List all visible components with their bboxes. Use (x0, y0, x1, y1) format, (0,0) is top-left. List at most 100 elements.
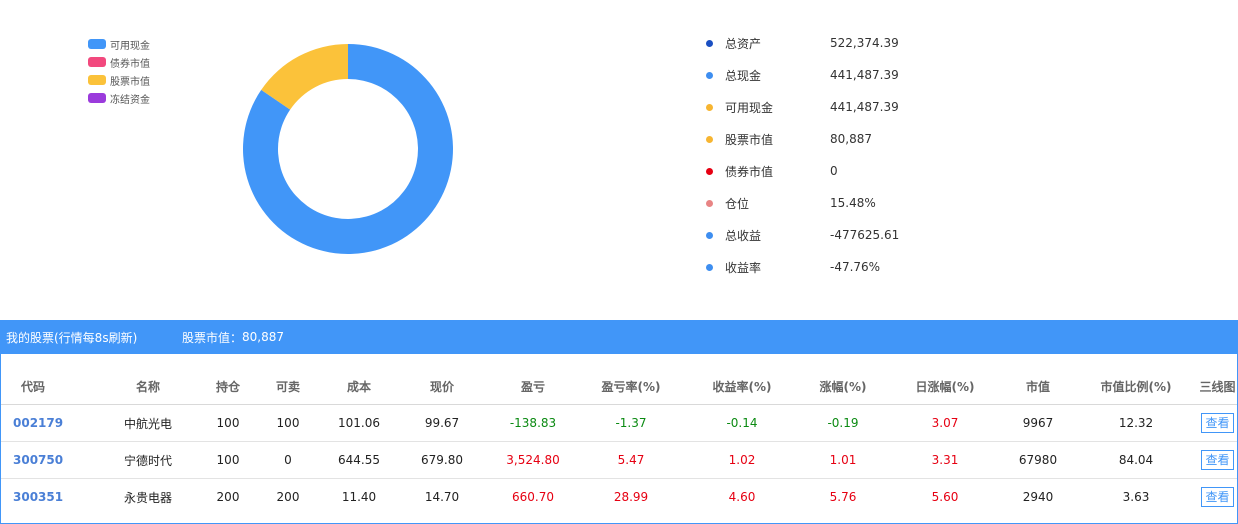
column-header-change: 涨幅(%) (798, 368, 888, 405)
three-line-chart-cell: 查看 (1198, 404, 1237, 442)
column-header-three-line-chart: 三线图 (1198, 368, 1237, 405)
summary-label: 收益率 (725, 260, 762, 275)
cost-cell: 644.55 (324, 441, 394, 479)
column-header-price: 现价 (394, 368, 490, 405)
market-value-ratio-cell: 12.32 (1074, 404, 1198, 442)
asset-summary: 总资产 522,374.39 总现金 441,487.39 可用现金 441,4… (700, 27, 899, 283)
profit-rate-cell: 28.99 (613, 490, 649, 504)
change-cell: -0.19 (798, 404, 888, 442)
profit-cell: -138.83 (490, 404, 576, 442)
sellable-cell: 0 (252, 441, 324, 479)
stock-name: 永贵电器 (123, 490, 172, 505)
legend-label: 可用现金 (110, 40, 150, 52)
market-value-ratio-cell: 3.63 (1122, 490, 1150, 504)
stock-code-link[interactable]: 300351 (1, 479, 92, 516)
summary-value: -477625.61 (830, 228, 900, 242)
view-button[interactable]: 查看 (1201, 413, 1234, 433)
legend-item-stock[interactable]: 股票市值 (88, 71, 150, 89)
summary-row-available-cash: 可用现金 441,487.39 (700, 91, 899, 123)
my-stocks-header: 我的股票(行情每8s刷新) 股票市值： 80,887 (0, 320, 1238, 354)
column-header-profit-rate: 盈亏率(%) (576, 368, 686, 405)
column-header-daily-change: 日涨幅(%) (888, 368, 1002, 405)
column-header-code: 代码 (1, 368, 92, 405)
legend-item-frozen[interactable]: 冻结资金 (88, 89, 150, 107)
daily-change-cell: 3.31 (888, 441, 1002, 479)
asset-donut-chart (243, 44, 453, 254)
bullet-dot (706, 167, 713, 175)
legend-label: 债券市值 (110, 58, 150, 70)
market-value: 80,887 (242, 330, 285, 344)
summary-row-bond-value: 债券市值 0 (700, 155, 899, 187)
price-cell: 14.70 (424, 490, 460, 504)
stock-name: 中航光电 (92, 404, 204, 442)
three-line-chart-cell: 查看 (1198, 441, 1237, 479)
change-cell: 1.01 (798, 441, 888, 479)
legend-swatch (88, 57, 106, 67)
summary-label: 总现金 (725, 68, 762, 83)
view-button[interactable]: 查看 (1201, 450, 1234, 470)
cost-cell: 101.06 (324, 404, 394, 442)
column-header-cost: 成本 (324, 368, 394, 405)
bullet-dot (706, 135, 713, 143)
panel-title: 我的股票(行情每8s刷新) (6, 330, 138, 345)
summary-row-position: 仓位 15.48% (700, 187, 899, 219)
stock-code-link[interactable]: 300750 (1, 441, 92, 479)
summary-value: 15.48% (830, 196, 876, 210)
return-rate-cell: 4.60 (728, 490, 756, 504)
view-button[interactable]: 查看 (1201, 487, 1234, 507)
legend-label: 股票市值 (110, 76, 150, 88)
daily-change-cell: 3.07 (888, 404, 1002, 442)
summary-value: 0 (830, 164, 838, 178)
stock-name: 宁德时代 (92, 441, 204, 479)
stock-table: 代码 名称 持仓 可卖 成本 现价 盈亏 盈亏率(%) 收益率(%) 涨幅(%)… (1, 368, 1237, 515)
column-header-market-value: 市值 (1002, 368, 1074, 405)
summary-row-total-cash: 总现金 441,487.39 (700, 59, 899, 91)
sellable-cell: 200 (276, 490, 300, 504)
summary-row-return-rate: 收益率 -47.76% (700, 251, 899, 283)
column-header-sellable: 可卖 (252, 368, 324, 405)
summary-value: -47.76% (830, 260, 881, 274)
legend-label: 冻结资金 (110, 94, 150, 106)
market-value-cell: 9967 (1002, 404, 1074, 442)
summary-label: 总收益 (725, 228, 762, 243)
market-value-cell: 67980 (1002, 441, 1074, 479)
legend-swatch (88, 75, 106, 85)
price-cell: 99.67 (394, 404, 490, 442)
profit-cell: 3,524.80 (490, 441, 576, 479)
chart-legend: 可用现金 债券市值 股票市值 冻结资金 (88, 35, 150, 107)
summary-value: 522,374.39 (830, 36, 899, 50)
return-rate-cell: 1.02 (686, 441, 798, 479)
cost-cell: 11.40 (341, 490, 377, 504)
holding-cell: 100 (204, 404, 252, 442)
legend-item-cash[interactable]: 可用现金 (88, 35, 150, 53)
market-value-ratio-cell: 84.04 (1074, 441, 1198, 479)
bullet-dot (706, 263, 713, 271)
summary-label: 债券市值 (725, 164, 774, 179)
column-header-market-value-ratio: 市值比例(%) (1074, 368, 1198, 405)
holding-cell: 100 (204, 441, 252, 479)
legend-swatch (88, 93, 106, 103)
summary-label: 仓位 (725, 196, 750, 211)
legend-swatch (88, 39, 106, 49)
table-row: 300750 宁德时代 100 0 644.55 679.80 3,524.80… (1, 441, 1237, 479)
daily-change-cell: 5.60 (931, 490, 959, 504)
summary-row-stock-value: 股票市值 80,887 (700, 123, 899, 155)
market-value-cell: 2940 (1022, 490, 1054, 504)
stock-code-link[interactable]: 002179 (1, 404, 92, 442)
bullet-dot (706, 71, 713, 79)
stock-table-container: 代码 名称 持仓 可卖 成本 现价 盈亏 盈亏率(%) 收益率(%) 涨幅(%)… (0, 354, 1238, 524)
summary-row-total-assets: 总资产 522,374.39 (700, 27, 899, 59)
column-header-profit: 盈亏 (490, 368, 576, 405)
profit-cell: 660.70 (512, 490, 554, 504)
legend-item-bond[interactable]: 债券市值 (88, 53, 150, 71)
profit-rate-cell: 5.47 (576, 441, 686, 479)
sellable-cell: 100 (252, 404, 324, 442)
summary-label: 股票市值 (725, 132, 774, 147)
table-header-row: 代码 名称 持仓 可卖 成本 现价 盈亏 盈亏率(%) 收益率(%) 涨幅(%)… (1, 368, 1237, 405)
return-rate-cell: -0.14 (686, 404, 798, 442)
bullet-dot (706, 199, 713, 207)
bullet-dot (706, 39, 713, 47)
market-value-label: 股票市值： (182, 330, 243, 345)
summary-row-total-profit: 总收益 -477625.61 (700, 219, 899, 251)
table-row: 002179 中航光电 100 100 101.06 99.67 -138.83… (1, 404, 1237, 442)
